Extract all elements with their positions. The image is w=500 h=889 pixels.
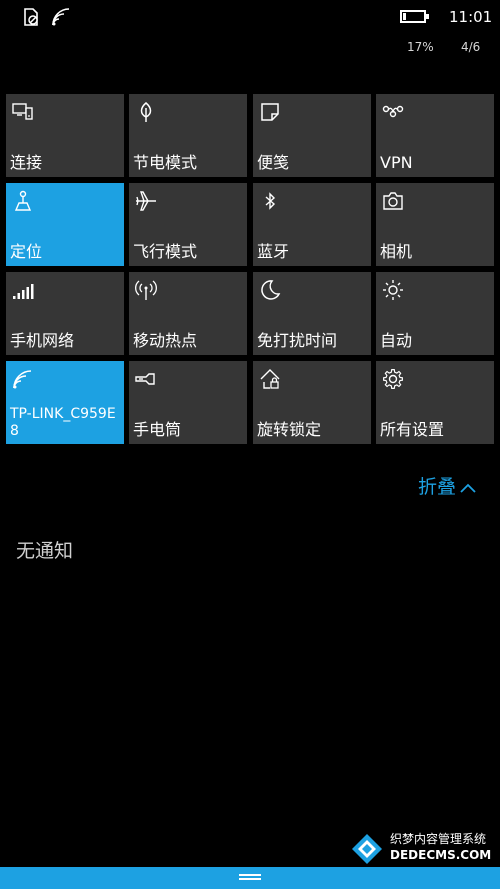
status-bar: 11:01 17% 4/6: [0, 0, 500, 60]
drag-handle-icon[interactable]: [239, 874, 261, 882]
tile-label: 定位: [10, 242, 43, 261]
clock: 11:01: [449, 8, 493, 26]
tile-location[interactable]: 定位: [6, 183, 124, 266]
collapse-label: 折叠: [418, 476, 457, 498]
brightness-icon: [383, 280, 403, 300]
tile-label: VPN: [380, 153, 413, 172]
battery-percent: 17%: [407, 40, 434, 54]
tile-airplane-mode[interactable]: 飞行模式: [129, 183, 247, 266]
tile-camera[interactable]: 相机: [376, 183, 494, 266]
no-notifications-text: 无通知: [16, 540, 74, 562]
airplane-icon: [136, 191, 156, 211]
tile-label: 免打扰时间: [257, 331, 338, 350]
tile-vpn[interactable]: VPN: [376, 94, 494, 177]
tile-label: 所有设置: [380, 420, 445, 439]
moon-icon: [261, 280, 281, 300]
watermark: 织梦内容管理系统 DEDECMS.COM: [350, 828, 498, 868]
flashlight-icon: [135, 373, 155, 385]
watermark-logo-icon: [352, 834, 382, 864]
tile-label: 手机网络: [10, 331, 75, 350]
battery-level: [403, 13, 406, 20]
chevron-up-icon: [460, 483, 476, 493]
tile-label: TP-LINK_C959E8: [10, 406, 116, 439]
gear-icon: [383, 369, 403, 389]
tile-label: 节电模式: [133, 153, 198, 172]
watermark-url: DEDECMS.COM: [390, 848, 492, 862]
tile-label: 手电筒: [133, 420, 182, 439]
tile-mobile-hotspot[interactable]: 移动热点: [129, 272, 247, 355]
tile-wifi[interactable]: TP-LINK_C959E8: [6, 361, 124, 444]
location-icon: [14, 190, 32, 211]
battery-icon: [400, 10, 429, 23]
tile-label: 连接: [10, 153, 43, 172]
tile-label: 飞行模式: [133, 242, 198, 261]
tile-bluetooth[interactable]: 蓝牙: [253, 183, 371, 266]
note-icon: [261, 103, 279, 121]
tile-label: 移动热点: [133, 331, 198, 350]
tile-label: 旋转锁定: [257, 420, 322, 439]
tile-label: 自动: [380, 331, 413, 350]
leaf-icon: [140, 102, 152, 122]
wifi-icon: [52, 8, 70, 26]
rotation-lock-icon: [260, 369, 280, 389]
hotspot-icon: [135, 280, 157, 300]
tile-battery-saver[interactable]: 节电模式: [129, 94, 247, 177]
wifi-icon: [13, 370, 32, 389]
tile-label: 蓝牙: [257, 242, 290, 261]
tile-rotation-lock[interactable]: 旋转锁定: [253, 361, 371, 444]
camera-icon: [383, 192, 403, 210]
tile-note[interactable]: 便笺: [253, 94, 371, 177]
collapse-button[interactable]: 折叠: [418, 472, 476, 499]
watermark-text: 织梦内容管理系统: [390, 832, 487, 846]
tile-quiet-hours[interactable]: 免打扰时间: [253, 272, 371, 355]
tile-label: 便笺: [257, 153, 290, 172]
no-sim-icon: [24, 8, 38, 26]
cellular-icon: [13, 284, 34, 299]
tile-label: 相机: [380, 242, 413, 261]
vpn-icon: [382, 105, 404, 118]
project-connect-icon: [12, 103, 33, 120]
tile-connect[interactable]: 连接: [6, 94, 124, 177]
page-indicator: 4/6: [461, 40, 481, 54]
tile-brightness[interactable]: 自动: [376, 272, 494, 355]
tile-flashlight[interactable]: 手电筒: [129, 361, 247, 444]
tile-cellular[interactable]: 手机网络: [6, 272, 124, 355]
tile-all-settings[interactable]: 所有设置: [376, 361, 494, 444]
bluetooth-icon: [265, 192, 276, 210]
